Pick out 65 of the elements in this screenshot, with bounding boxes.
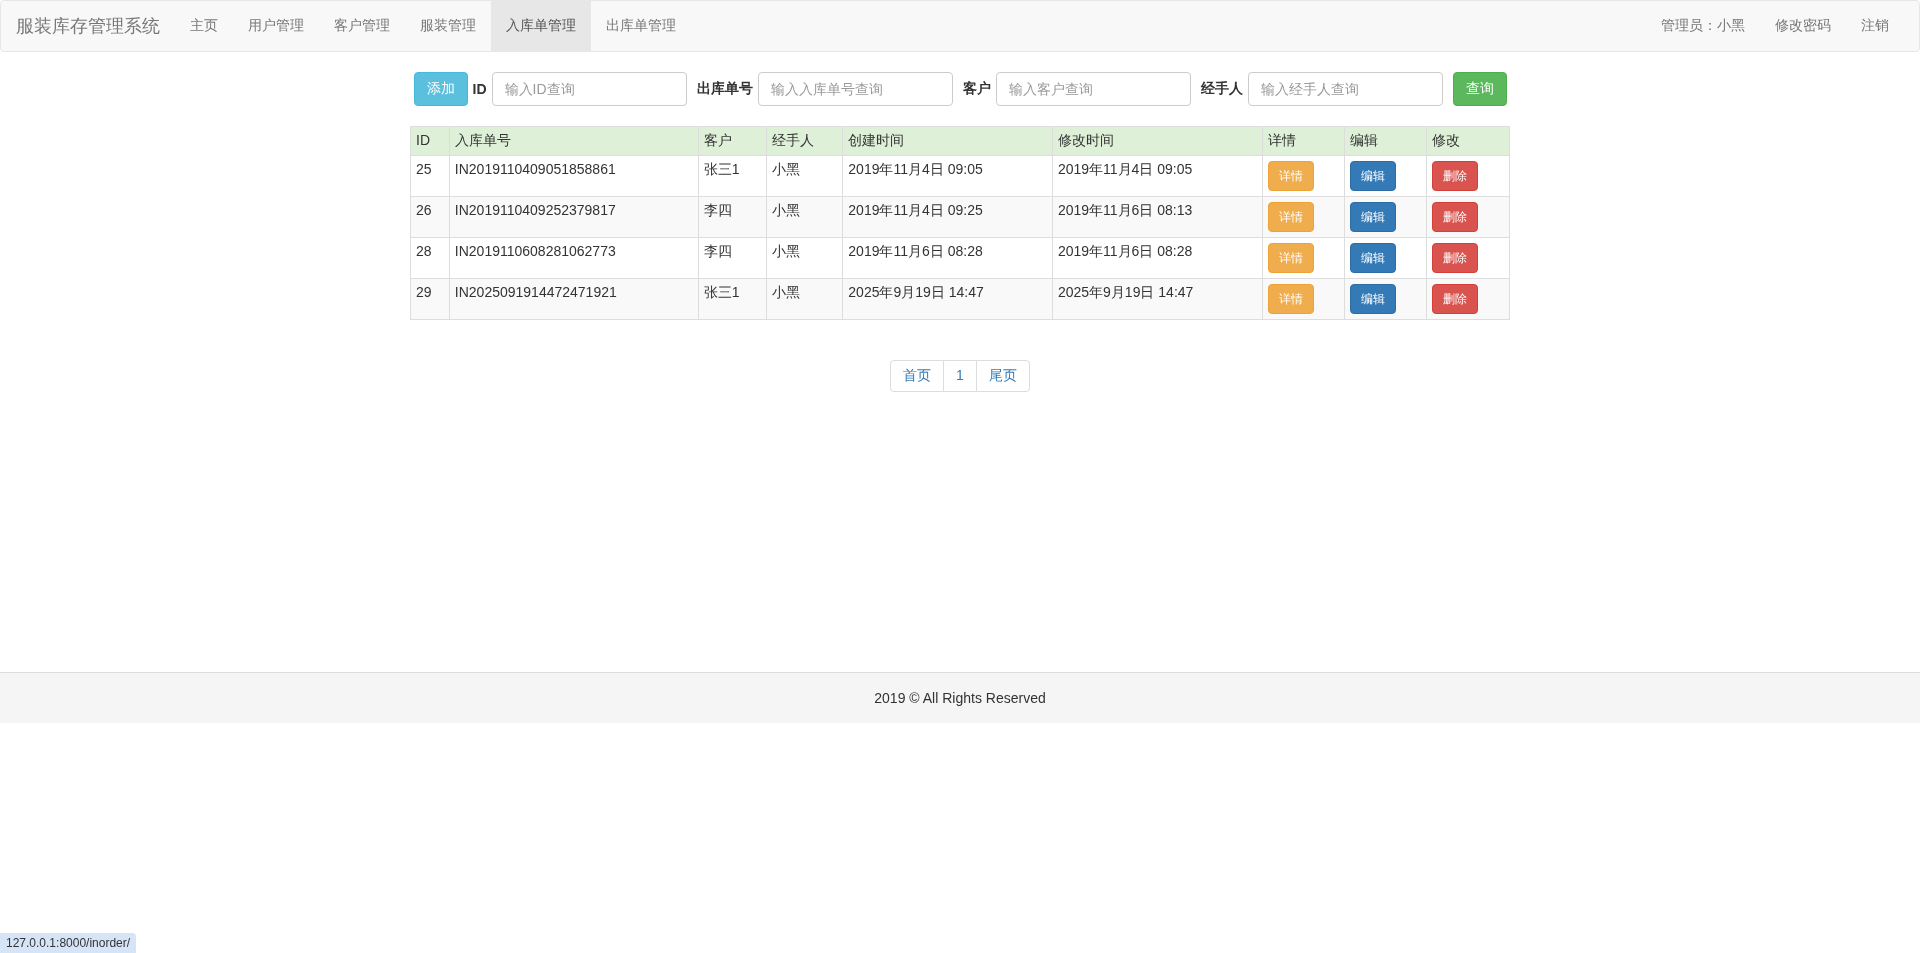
page-link[interactable]: 首页 bbox=[890, 360, 945, 392]
nav-tab[interactable]: 出库单管理 bbox=[591, 1, 691, 51]
column-header: 编辑 bbox=[1344, 126, 1427, 156]
search-field[interactable]: 输入入库单号查询 bbox=[757, 72, 953, 106]
table-cell: 李四 bbox=[698, 237, 767, 279]
table-cell: 26 bbox=[410, 196, 450, 238]
table-cell: 2019年11月6日 08:28 bbox=[842, 237, 1053, 279]
table-cell: 张三1 bbox=[698, 155, 767, 197]
table-cell: 2019年11月4日 09:25 bbox=[842, 196, 1053, 238]
table-cell: 25 bbox=[410, 155, 450, 197]
column-header: 详情 bbox=[1262, 126, 1345, 156]
delete-button[interactable]: 删除 bbox=[1432, 284, 1479, 314]
table-cell: 2019年11月4日 09:05 bbox=[842, 155, 1053, 197]
column-header: 创建时间 bbox=[842, 126, 1053, 156]
edit-button[interactable]: 编辑 bbox=[1350, 202, 1396, 232]
search-field[interactable]: 输入ID查询 bbox=[491, 72, 687, 106]
nav-tab[interactable]: 入库单管理 bbox=[491, 1, 591, 51]
brand-title[interactable]: 服装库存管理系统 bbox=[1, 1, 175, 51]
table-cell: 李四 bbox=[698, 196, 767, 238]
table-cell: IN2025091914472471921 bbox=[449, 278, 699, 320]
delete-button[interactable]: 删除 bbox=[1432, 243, 1479, 273]
delete-button[interactable]: 删除 bbox=[1432, 161, 1479, 191]
column-header: 修改时间 bbox=[1052, 126, 1263, 156]
nav-tab[interactable]: 服装管理 bbox=[405, 1, 491, 51]
table-cell: 小黑 bbox=[766, 196, 843, 238]
table-cell: 2019年11月6日 08:13 bbox=[1052, 196, 1263, 238]
copyright-text: 2019 © All Rights Reserved bbox=[874, 690, 1046, 706]
table-cell: 2019年11月4日 09:05 bbox=[1052, 155, 1263, 197]
field-label: ID bbox=[472, 81, 487, 97]
column-header: 客户 bbox=[698, 126, 767, 156]
nav-tab[interactable]: 用户管理 bbox=[233, 1, 319, 51]
column-header: 入库单号 bbox=[449, 126, 699, 156]
table-cell: 2019年11月6日 08:28 bbox=[1052, 237, 1263, 279]
nav-link[interactable]: 注销 bbox=[1846, 1, 1904, 51]
table-cell: 小黑 bbox=[766, 155, 843, 197]
delete-button[interactable]: 删除 bbox=[1432, 202, 1479, 232]
nav-link[interactable]: 修改密码 bbox=[1760, 1, 1846, 51]
edit-button[interactable]: 编辑 bbox=[1350, 161, 1396, 191]
edit-button[interactable]: 编辑 bbox=[1350, 243, 1396, 273]
table-cell: IN2019110409252379817 bbox=[449, 196, 699, 238]
nav-tab[interactable]: 主页 bbox=[175, 1, 233, 51]
field-label: 经手人 bbox=[1200, 80, 1243, 98]
table-cell: 小黑 bbox=[766, 237, 843, 279]
edit-button[interactable]: 编辑 bbox=[1350, 284, 1396, 314]
table-cell: 小黑 bbox=[766, 278, 843, 320]
table-cell: 张三1 bbox=[698, 278, 767, 320]
query-button[interactable]: 查询 bbox=[1452, 72, 1507, 106]
table-cell: 29 bbox=[410, 278, 450, 320]
column-header: 修改 bbox=[1426, 126, 1510, 156]
table-cell: 2025年9月19日 14:47 bbox=[842, 278, 1053, 320]
field-label: 客户 bbox=[962, 80, 991, 98]
table-cell: IN2019110608281062773 bbox=[449, 237, 699, 279]
table-cell: 28 bbox=[410, 237, 450, 279]
table-cell: 2025年9月19日 14:47 bbox=[1052, 278, 1263, 320]
page-link[interactable]: 1 bbox=[943, 360, 977, 392]
nav-tab[interactable]: 客户管理 bbox=[319, 1, 405, 51]
status-url: 127.0.0.1:8000/inorder/ bbox=[0, 933, 137, 953]
field-label: 出库单号 bbox=[696, 80, 753, 98]
column-header: 经手人 bbox=[766, 126, 843, 156]
table-cell: IN2019110409051858861 bbox=[449, 155, 699, 197]
page-link[interactable]: 尾页 bbox=[975, 360, 1030, 392]
user-link[interactable]: 管理员：小黑 bbox=[1646, 1, 1760, 51]
search-field[interactable]: 输入经手人查询 bbox=[1247, 72, 1443, 106]
search-field[interactable]: 输入客户查询 bbox=[995, 72, 1191, 106]
column-header: ID bbox=[410, 126, 450, 156]
